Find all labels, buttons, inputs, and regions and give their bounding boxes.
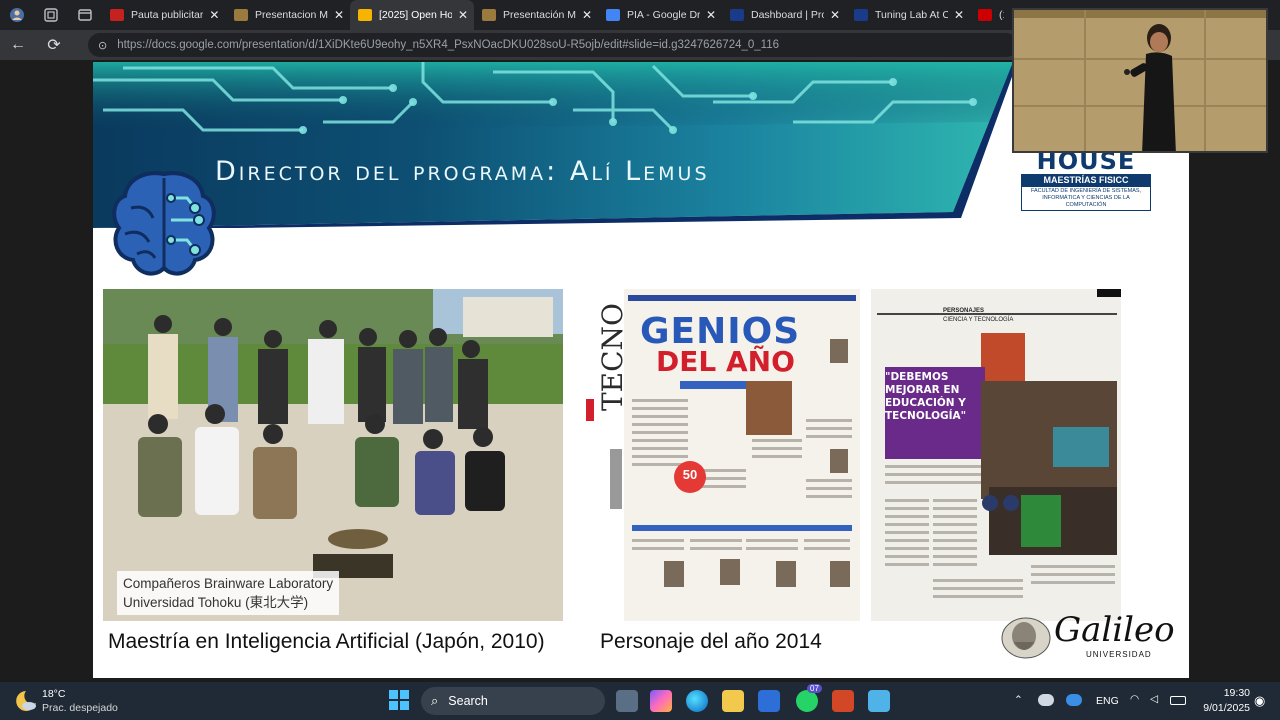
url-text: https://docs.google.com/presentation/d/1… — [117, 39, 780, 51]
tab-close-icon[interactable]: ✕ — [209, 8, 219, 22]
whatsapp-badge: 07 — [807, 684, 822, 693]
browser-tab[interactable]: (1 — [970, 0, 1010, 30]
browser-tab[interactable]: Dashboard | Pro ✕ — [722, 0, 846, 30]
photo-caption: Compañeros Brainware Laboratory Universi… — [117, 571, 340, 615]
tab-close-icon[interactable]: ✕ — [706, 8, 716, 22]
tab-sidebar-icon[interactable] — [68, 0, 102, 30]
weather-moon-icon — [16, 691, 36, 711]
weather-widget[interactable]: 18°C Prac. despejado — [14, 686, 144, 716]
magazine-page-personajes: PERSONAJES CIENCIA Y TECNOLOGÍA "DEBEMOS… — [871, 289, 1121, 621]
presentation-slide: Director del programa: Alí Lemus HOUSE M… — [93, 62, 1189, 678]
magazine-page-genios: TECNO GENIOS DEL AÑO 50 — [580, 289, 860, 621]
tab-favicon-icon — [978, 9, 992, 21]
open-house-logo: HOUSE MAESTRÍAS FISICC FACULTAD DE INGEN… — [1021, 148, 1151, 218]
browser-tab[interactable]: Presentacion Ma ✕ — [226, 0, 350, 30]
tab-title: Presentación Ma — [503, 9, 576, 21]
language-indicator[interactable]: ENG — [1096, 695, 1119, 707]
label-maestria: Maestría en Inteligencia Artificial (Jap… — [108, 630, 545, 653]
browser-tab[interactable]: Pauta publicitar ✕ — [102, 0, 226, 30]
task-view-icon[interactable] — [616, 690, 638, 712]
presenter-webcam — [1012, 8, 1268, 153]
browser-tab[interactable]: [2025] Open Ho ✕ — [350, 0, 474, 30]
browser-tab[interactable]: Tuning Lab At C ✕ — [846, 0, 970, 30]
tab-title: [2025] Open Ho — [379, 9, 452, 21]
notepad-icon[interactable] — [868, 690, 890, 712]
file-explorer-icon[interactable] — [722, 690, 744, 712]
tab-favicon-icon — [482, 9, 496, 21]
tab-close-icon[interactable]: ✕ — [954, 8, 964, 22]
tab-close-icon[interactable]: ✕ — [582, 8, 592, 22]
tab-favicon-icon — [358, 9, 372, 21]
tab-title: PIA - Google Dr — [627, 9, 700, 21]
search-icon: ⌕ — [431, 693, 439, 708]
extensions-icon[interactable] — [34, 0, 68, 30]
powerpoint-icon[interactable] — [832, 690, 854, 712]
site-info-icon[interactable]: ⊙ — [98, 39, 107, 52]
copilot-icon[interactable] — [650, 690, 672, 712]
tab-favicon-icon — [854, 9, 868, 21]
title-banner — [93, 62, 1013, 228]
edge-browser-icon[interactable] — [686, 690, 708, 712]
store-icon[interactable] — [758, 690, 780, 712]
label-personaje: Personaje del año 2014 — [600, 630, 822, 653]
tab-favicon-icon — [234, 9, 248, 21]
tab-close-icon[interactable]: ✕ — [334, 8, 344, 22]
brain-icon — [112, 171, 216, 276]
onedrive-icon[interactable] — [1038, 694, 1054, 706]
address-bar[interactable]: ⊙ https://docs.google.com/presentation/d… — [88, 33, 1018, 57]
group-photo: Compañeros Brainware Laboratory Universi… — [103, 289, 563, 621]
tab-close-icon[interactable]: ✕ — [458, 8, 468, 22]
battery-icon[interactable] — [1170, 696, 1186, 705]
notifications-icon[interactable]: ◉ — [1254, 693, 1265, 709]
browser-tab[interactable]: Presentación Ma ✕ — [474, 0, 598, 30]
tab-favicon-icon — [110, 9, 124, 21]
profile-icon[interactable] — [0, 0, 34, 30]
taskbar-search[interactable]: ⌕ Search — [421, 687, 605, 715]
browser-tab[interactable]: PIA - Google Dr ✕ — [598, 0, 722, 30]
show-hidden-icons[interactable]: ⌃ — [1014, 694, 1023, 706]
tab-title: Pauta publicitar — [131, 9, 204, 21]
galileo-bust-icon — [1001, 617, 1051, 659]
whatsapp-icon[interactable]: 07 — [796, 684, 822, 712]
tab-title: Dashboard | Pro — [751, 9, 824, 21]
slide-title: Director del programa: Alí Lemus — [215, 156, 710, 187]
tab-title: (1 — [999, 9, 1004, 21]
reload-button[interactable]: ⟳ — [36, 30, 72, 60]
start-button[interactable] — [389, 690, 409, 710]
volume-icon[interactable]: ◁ — [1150, 693, 1158, 705]
windows-taskbar: 18°C Prac. despejado ⌕ Search 07 ⌃ ENG ◠… — [0, 682, 1280, 720]
tab-title: Presentacion Ma — [255, 9, 328, 21]
system-clock[interactable]: 19:30 9/01/2025 — [1190, 686, 1250, 716]
tab-favicon-icon — [730, 9, 744, 21]
tab-favicon-icon — [606, 9, 620, 21]
tab-title: Tuning Lab At C — [875, 9, 948, 21]
wifi-icon[interactable]: ◠ — [1130, 693, 1139, 705]
galileo-logo: Galileo UNIVERSIDAD — [996, 608, 1175, 668]
onedrive-business-icon[interactable] — [1066, 694, 1082, 706]
tab-close-icon[interactable]: ✕ — [830, 8, 840, 22]
back-button[interactable]: ← — [0, 30, 36, 60]
